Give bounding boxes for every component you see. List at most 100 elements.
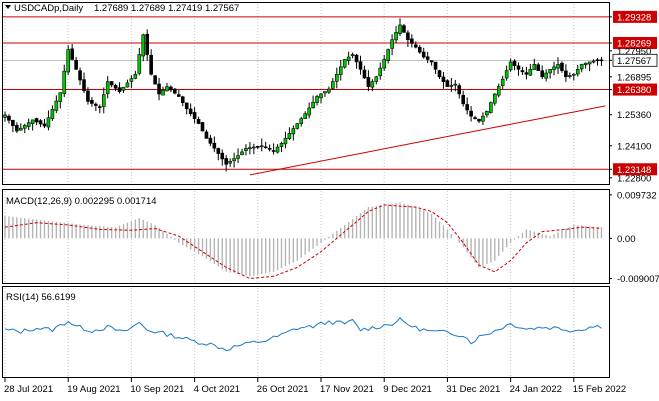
candle-down[interactable] xyxy=(220,152,225,160)
candle-up[interactable] xyxy=(579,64,584,70)
candle-down[interactable] xyxy=(212,142,217,149)
candle-down[interactable] xyxy=(595,59,600,62)
candle-down[interactable] xyxy=(473,117,477,119)
candle-up[interactable] xyxy=(18,127,23,131)
candle-up[interactable] xyxy=(22,125,27,129)
candle-up[interactable] xyxy=(374,76,379,82)
candle-down[interactable] xyxy=(38,120,43,125)
candle-up[interactable] xyxy=(165,86,169,92)
candle-down[interactable] xyxy=(599,59,604,62)
candle-up[interactable] xyxy=(232,158,236,162)
candle-down[interactable] xyxy=(70,48,74,60)
candle-down[interactable] xyxy=(433,61,438,70)
candle-up[interactable] xyxy=(303,113,308,119)
candle-down[interactable] xyxy=(524,72,529,75)
candle-down[interactable] xyxy=(421,51,426,58)
candle-up[interactable] xyxy=(350,54,355,56)
candle-down[interactable] xyxy=(157,83,161,95)
candle-down[interactable] xyxy=(78,70,82,81)
candle-up[interactable] xyxy=(323,91,327,94)
candle-up[interactable] xyxy=(492,93,497,104)
candle-down[interactable] xyxy=(437,70,442,78)
candle-up[interactable] xyxy=(334,73,339,82)
candle-up[interactable] xyxy=(101,94,106,107)
candle-up[interactable] xyxy=(591,60,596,63)
candle-down[interactable] xyxy=(263,146,268,149)
candle-down[interactable] xyxy=(177,94,181,97)
candle-up[interactable] xyxy=(398,24,402,34)
candle-up[interactable] xyxy=(378,67,383,77)
candle-down[interactable] xyxy=(149,55,153,75)
candle-down[interactable] xyxy=(564,70,568,78)
candle-down[interactable] xyxy=(425,56,430,60)
candle-up[interactable] xyxy=(370,81,375,88)
candle-up[interactable] xyxy=(319,93,323,99)
candle-up[interactable] xyxy=(532,64,537,70)
candle-up[interactable] xyxy=(528,69,533,76)
candle-down[interactable] xyxy=(520,70,525,73)
candle-down[interactable] xyxy=(461,94,466,105)
candle-up[interactable] xyxy=(141,34,146,57)
candle-down[interactable] xyxy=(465,104,469,111)
candle-down[interactable] xyxy=(536,64,541,71)
candle-up[interactable] xyxy=(394,32,398,41)
candle-down[interactable] xyxy=(42,123,47,127)
candle-down[interactable] xyxy=(406,32,410,41)
candle-down[interactable] xyxy=(255,146,260,148)
candle-up[interactable] xyxy=(508,61,513,71)
candle-up[interactable] xyxy=(583,62,588,66)
candle-down[interactable] xyxy=(74,59,78,70)
candle-down[interactable] xyxy=(512,60,517,66)
candle-down[interactable] xyxy=(113,85,118,89)
candle-down[interactable] xyxy=(429,60,434,63)
candle-down[interactable] xyxy=(117,87,122,92)
candle-down[interactable] xyxy=(267,148,272,150)
candle-down[interactable] xyxy=(98,106,102,108)
candle-up[interactable] xyxy=(307,107,311,116)
candle-up[interactable] xyxy=(58,92,63,102)
candle-up[interactable] xyxy=(121,86,126,91)
candle-down[interactable] xyxy=(200,122,205,132)
candle-up[interactable] xyxy=(342,59,347,68)
candle-down[interactable] xyxy=(196,119,201,124)
candle-down[interactable] xyxy=(7,115,11,121)
candle-down[interactable] xyxy=(402,25,406,33)
candle-up[interactable] xyxy=(299,118,304,124)
candle-down[interactable] xyxy=(173,88,177,94)
candle-up[interactable] xyxy=(66,49,70,73)
candle-up[interactable] xyxy=(283,138,288,145)
candle-up[interactable] xyxy=(161,90,165,96)
candle-down[interactable] xyxy=(516,65,521,70)
candle-up[interactable] xyxy=(485,110,489,116)
candle-up[interactable] xyxy=(3,114,7,118)
candle-up[interactable] xyxy=(315,96,319,103)
candle-up[interactable] xyxy=(327,88,331,93)
candle-up[interactable] xyxy=(382,59,387,69)
candle-up[interactable] xyxy=(54,100,59,111)
candle-down[interactable] xyxy=(169,86,173,91)
candle-up[interactable] xyxy=(496,86,501,96)
candle-up[interactable] xyxy=(449,85,454,87)
candle-down[interactable] xyxy=(153,75,157,85)
candle-down[interactable] xyxy=(90,100,94,104)
candle-up[interactable] xyxy=(453,83,458,86)
candle-up[interactable] xyxy=(390,39,394,49)
candle-up[interactable] xyxy=(338,66,343,75)
candle-down[interactable] xyxy=(540,70,545,78)
candle-down[interactable] xyxy=(184,102,189,110)
candle-down[interactable] xyxy=(224,158,228,165)
candle-down[interactable] xyxy=(188,108,193,115)
candle-up[interactable] xyxy=(240,151,244,155)
candle-down[interactable] xyxy=(216,148,221,154)
candle-up[interactable] xyxy=(587,61,592,65)
candle-up[interactable] xyxy=(331,81,335,89)
candle-down[interactable] xyxy=(11,119,15,126)
candle-up[interactable] xyxy=(544,72,548,79)
candle-down[interactable] xyxy=(204,131,209,139)
candle-down[interactable] xyxy=(94,103,98,106)
candle-down[interactable] xyxy=(180,96,185,103)
candle-up[interactable] xyxy=(386,49,390,62)
candle-down[interactable] xyxy=(413,44,418,48)
candle-up[interactable] xyxy=(295,123,300,129)
candle-down[interactable] xyxy=(366,77,371,87)
